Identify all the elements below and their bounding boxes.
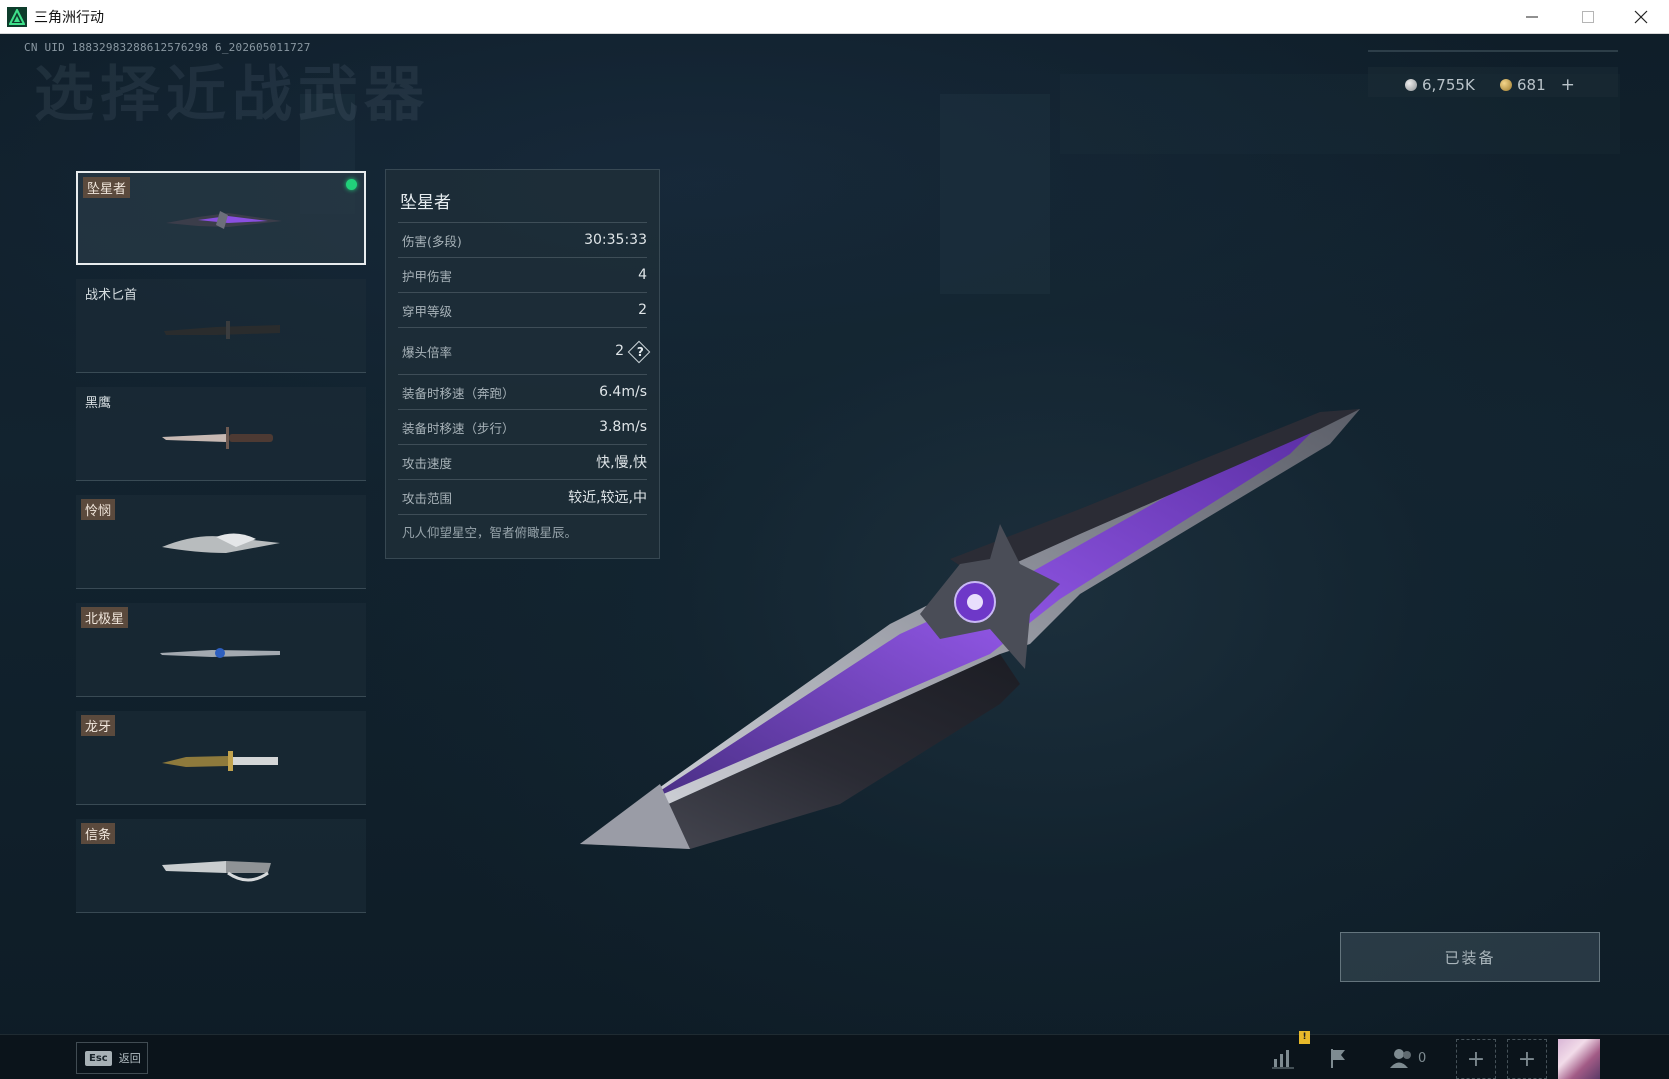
game-viewport: 选择近战武器 CN UID 18832983288612576298 6_202… [0, 34, 1669, 1079]
stat-label: 护甲伤害 [402, 268, 453, 284]
maximize-icon [1582, 11, 1594, 23]
header-divider [1368, 50, 1618, 52]
stat-label: 攻击速度 [402, 455, 453, 471]
weapon-name: 北极星 [81, 607, 129, 628]
weapon-name: 怜悯 [81, 499, 116, 520]
gold-coin-icon [1500, 79, 1512, 91]
friends-button[interactable]: 0 [1390, 1047, 1426, 1069]
close-icon [1634, 10, 1648, 24]
stat-label: 穿甲等级 [402, 303, 453, 319]
player-avatar[interactable] [1558, 1039, 1600, 1079]
stat-row: 伤害(多段) 30:35:33 [398, 222, 647, 257]
silver-coin-icon [1405, 79, 1417, 91]
stat-row: 爆头倍率 2 ? [398, 327, 651, 374]
back-label: 返回 [118, 1052, 141, 1065]
back-button[interactable]: Esc 返回 [76, 1042, 148, 1074]
weapon-card-3[interactable]: 怜悯 [76, 495, 366, 589]
add-teammate-slot[interactable]: + [1456, 1039, 1496, 1079]
add-currency-button[interactable]: + [1561, 75, 1575, 95]
weapon-card-4[interactable]: 北极星 [76, 603, 366, 697]
minimize-button[interactable] [1504, 0, 1560, 34]
stat-value: 4 [638, 267, 647, 283]
background-structure [940, 94, 1050, 294]
gold-amount: 681 [1517, 76, 1546, 94]
player-uid: CN UID 18832983288612576298 6_2026050117… [24, 41, 311, 54]
equipped-indicator-icon [346, 179, 357, 190]
weapon-thumbnail-icon [162, 427, 273, 449]
close-button[interactable] [1613, 0, 1669, 34]
maximize-button[interactable] [1560, 0, 1616, 34]
friends-count: 0 [1418, 1050, 1427, 1066]
flag-icon[interactable] [1328, 1047, 1350, 1069]
stat-label: 伤害(多段) [402, 233, 462, 249]
weapon-name: 坠星者 [83, 177, 131, 198]
weapon-name: 信条 [81, 823, 116, 844]
stat-value: 2 [615, 343, 624, 359]
weapon-description: 凡人仰望星空，智者俯瞰星辰。 [402, 525, 578, 540]
bottom-bar: Esc 返回 ! 0 + + [0, 1031, 1669, 1079]
gold-currency: 681 + [1500, 72, 1575, 98]
stat-label: 装备时移速（奔跑） [402, 385, 515, 401]
silver-currency: 6,755K [1405, 72, 1475, 98]
add-teammate-slot[interactable]: + [1507, 1039, 1547, 1079]
stat-row: 穿甲等级 2 [398, 292, 647, 327]
weapon-card-0[interactable]: 坠星者 [76, 171, 366, 265]
weapon-thumbnail-icon [164, 321, 280, 339]
app-logo-icon [7, 6, 27, 27]
help-icon[interactable]: ? [627, 340, 651, 364]
app-title: 三角洲行动 [34, 9, 104, 26]
esc-key: Esc [85, 1050, 112, 1066]
weapon-thumbnail-icon [162, 751, 278, 771]
minimize-icon [1526, 16, 1538, 18]
stat-value-group: 2 ? [615, 340, 651, 364]
stat-value: 2 [638, 302, 647, 318]
weapon-thumbnail-icon [160, 648, 280, 658]
help-glyph: ? [636, 345, 644, 359]
stat-value: 30:35:33 [584, 232, 647, 248]
stat-label: 爆头倍率 [402, 344, 453, 360]
weapon-name: 黑鹰 [85, 396, 112, 411]
stats-title: 坠星者 [400, 193, 451, 213]
equipped-button[interactable]: 已装备 [1340, 932, 1600, 982]
weapon-name: 战术匕首 [85, 288, 138, 303]
silver-amount: 6,755K [1422, 76, 1475, 94]
stats-icon[interactable] [1272, 1047, 1294, 1069]
weapon-card-2[interactable]: 黑鹰 [76, 387, 366, 481]
weapon-thumbnail-icon [166, 211, 282, 229]
page-title: 选择近战武器 [34, 60, 430, 130]
stat-label: 装备时移速（步行） [402, 420, 515, 436]
stat-label: 攻击范围 [402, 490, 453, 506]
weapon-card-1[interactable]: 战术匕首 [76, 279, 366, 373]
weapon-card-5[interactable]: 龙牙 [76, 711, 366, 805]
weapon-card-6[interactable]: 信条 [76, 819, 366, 913]
stat-row: 护甲伤害 4 [398, 257, 647, 292]
window-titlebar: 三角洲行动 [0, 0, 1669, 34]
weapon-thumbnail-icon [162, 861, 271, 882]
weapon-name: 龙牙 [81, 715, 116, 736]
weapon-thumbnail-icon [162, 533, 280, 553]
friends-icon [1390, 1049, 1411, 1068]
notification-badge: ! [1299, 1031, 1310, 1044]
weapon-3d-preview [580, 409, 1360, 849]
